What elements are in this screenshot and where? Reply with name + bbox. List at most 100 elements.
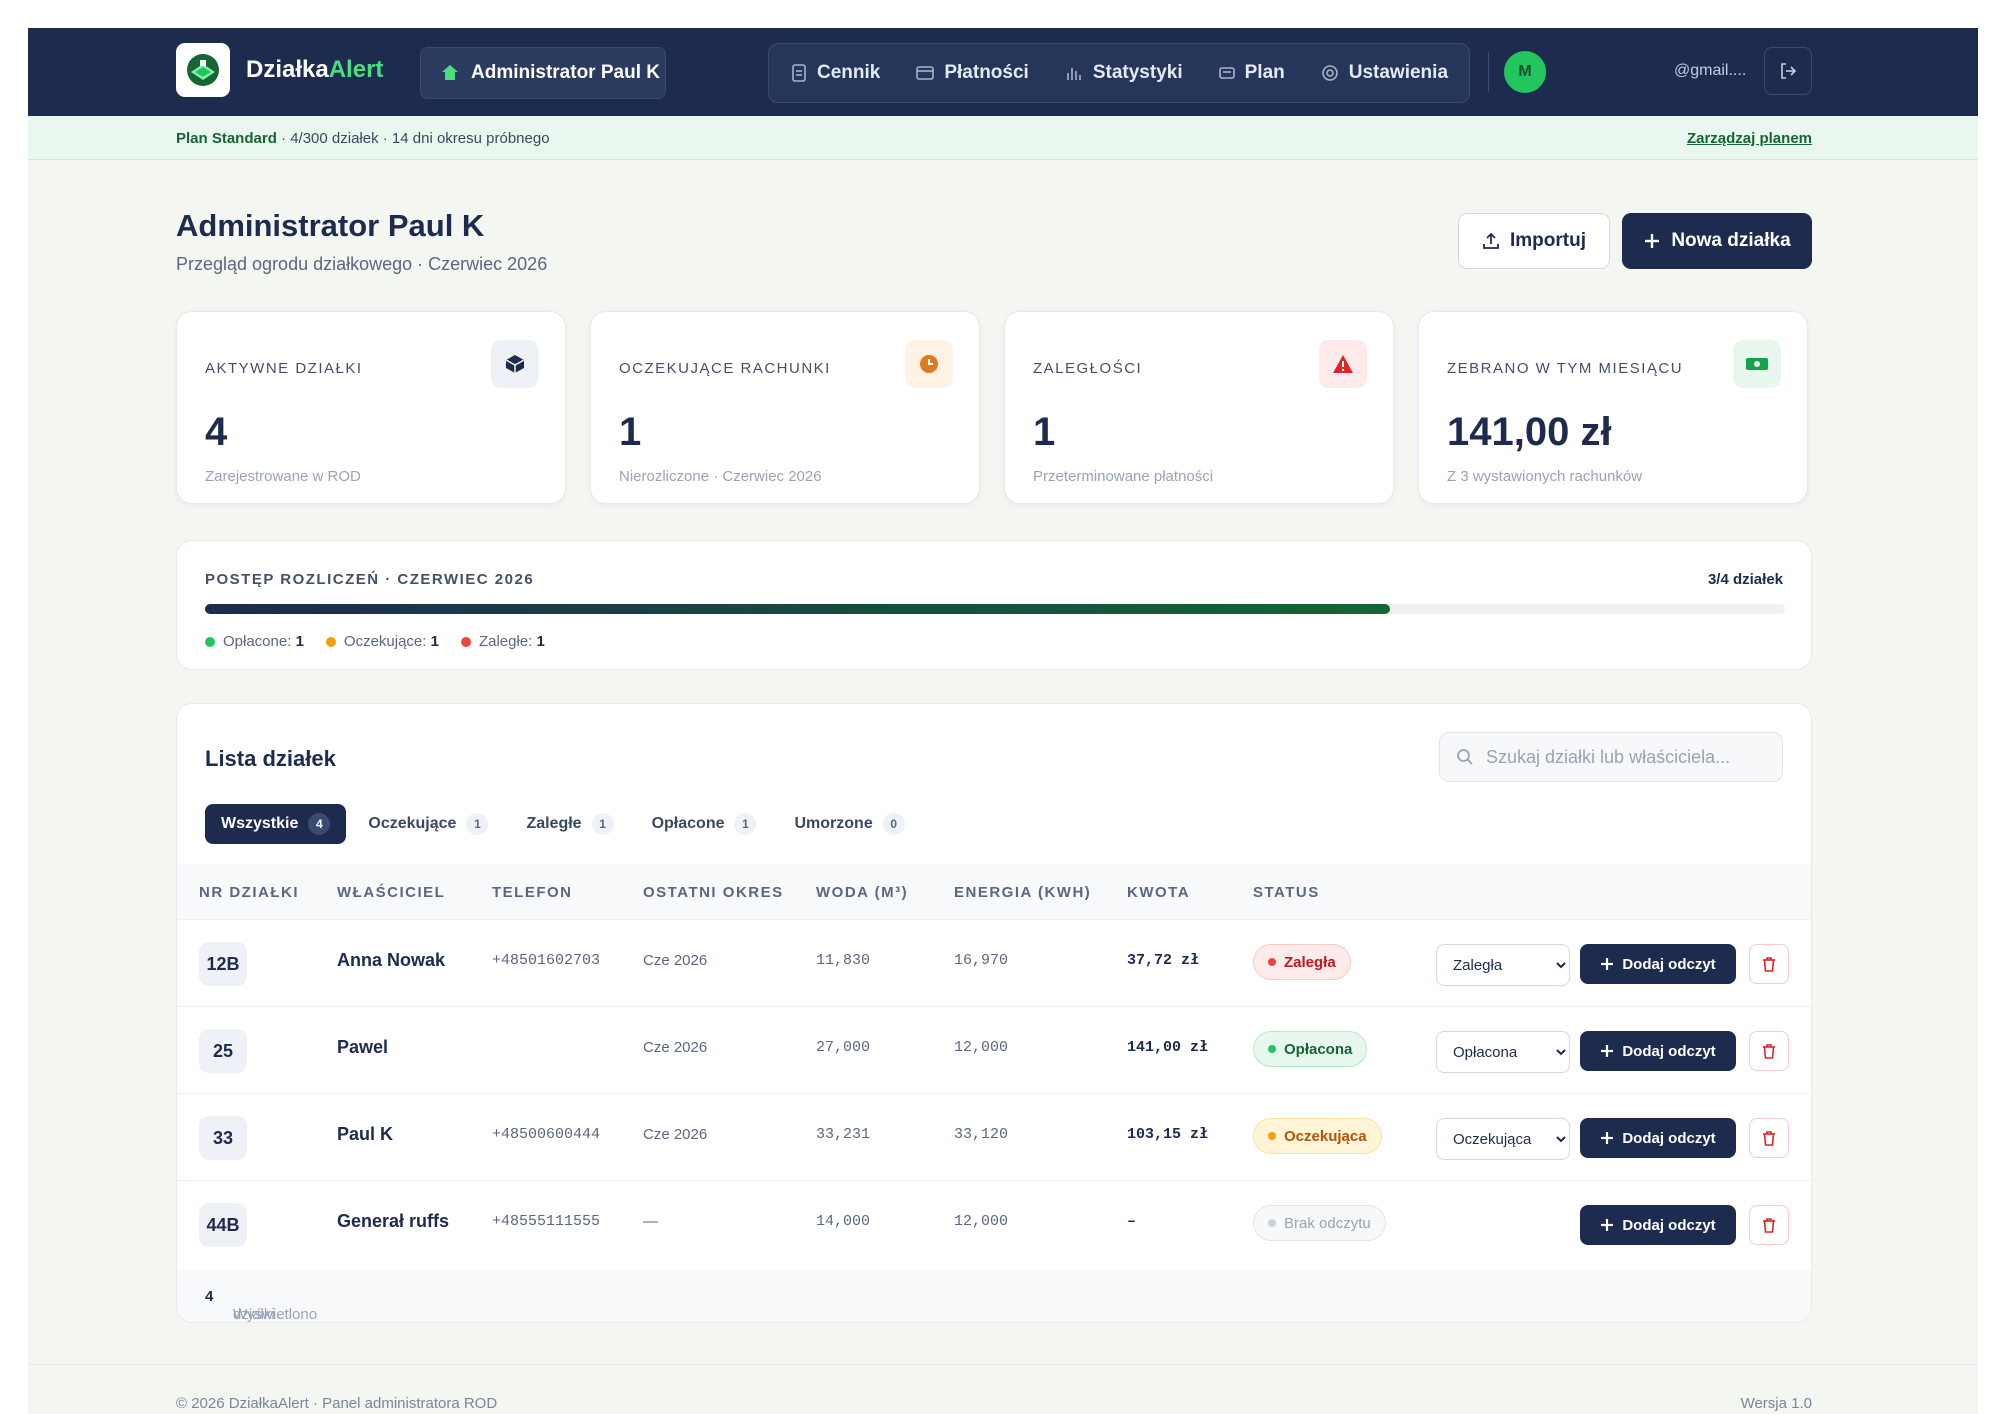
plan-card-icon xyxy=(1218,67,1235,79)
table-row[interactable]: 25 Pawel Cze 2026 27,000 12,000 141,00 z… xyxy=(177,1007,1811,1094)
status-badge: Opłacona xyxy=(1253,1031,1368,1067)
amount: 103,15 zł xyxy=(1127,1126,1209,1143)
phone: +48555111555 xyxy=(492,1213,601,1230)
delete-button[interactable] xyxy=(1749,1118,1789,1158)
logo-icon[interactable] xyxy=(176,43,230,97)
energy: 12,000 xyxy=(954,1213,1009,1230)
add-reading-button[interactable]: Dodaj odczyt xyxy=(1580,1031,1736,1071)
main-nav: Cennik Płatności Statystyki Plan Ustawie… xyxy=(768,43,1470,103)
tab-oczekujace[interactable]: Oczekujące 1 xyxy=(352,804,504,844)
delete-button[interactable] xyxy=(1749,944,1789,984)
col-plot-no[interactable]: NR DZIAŁKI xyxy=(199,884,299,901)
delete-button[interactable] xyxy=(1749,1205,1789,1245)
import-button[interactable]: Importuj xyxy=(1458,213,1610,269)
nav-ustawienia[interactable]: Ustawienia xyxy=(1321,62,1448,84)
add-reading-button[interactable]: Dodaj odczyt xyxy=(1580,1205,1736,1245)
search-icon xyxy=(1457,749,1473,765)
status-select[interactable]: Zaległa Opłacona Oczekująca xyxy=(1436,1118,1570,1160)
nav-plan[interactable]: Plan xyxy=(1218,62,1285,84)
amount: 37,72 zł xyxy=(1127,952,1200,969)
search-input[interactable] xyxy=(1486,746,1766,768)
nav-divider xyxy=(1488,52,1489,92)
period: Cze 2026 xyxy=(643,1039,708,1056)
logout-button[interactable] xyxy=(1764,47,1812,95)
admin-home-button[interactable]: Administrator Paul K xyxy=(420,47,666,99)
owner-name: Anna Nowak xyxy=(337,950,446,970)
plus-icon xyxy=(1601,1219,1614,1231)
plus-icon xyxy=(1645,234,1660,248)
col-period[interactable]: OSTATNI OKRES xyxy=(643,884,784,901)
gear-icon xyxy=(1321,65,1338,81)
warning-icon xyxy=(1319,340,1367,388)
stat-card-pending-bills: OCZEKUJĄCE RACHUNKI 1 Nierozliczone · Cz… xyxy=(590,311,980,504)
amount: – xyxy=(1127,1213,1137,1230)
status-badge: Zaległa xyxy=(1253,944,1351,980)
col-water[interactable]: WODA (M³) xyxy=(816,884,908,901)
plot-number: 25 xyxy=(199,1029,247,1073)
trash-icon xyxy=(1763,1044,1775,1059)
card-icon xyxy=(916,66,935,80)
tab-umorzone[interactable]: Umorzone 0 xyxy=(778,804,920,844)
col-amount[interactable]: KWOTA xyxy=(1127,884,1190,901)
trash-icon xyxy=(1763,1218,1775,1233)
nav-platnosci[interactable]: Płatności xyxy=(916,62,1029,84)
col-energy[interactable]: ENERGIA (KWH) xyxy=(954,884,1091,901)
page-footer: © 2026 DziałkaAlert · Panel administrato… xyxy=(28,1364,1978,1414)
water: 11,830 xyxy=(816,952,871,969)
progress-legend: Opłacone: 1 Oczekujące: 1 Zaległe: 1 xyxy=(205,633,545,650)
plan-info: Plan Standard · 4/300 działek · 14 dni o… xyxy=(176,130,550,147)
phone: +48501602703 xyxy=(492,952,601,969)
document-icon xyxy=(792,64,806,82)
table-row[interactable]: 12B Anna Nowak +48501602703 Cze 2026 11,… xyxy=(177,920,1811,1007)
legend-paid: Opłacone: 1 xyxy=(205,633,304,650)
col-status[interactable]: STATUS xyxy=(1253,884,1320,901)
list-title: Lista działek xyxy=(205,746,336,771)
new-plot-button[interactable]: Nowa działka xyxy=(1622,213,1812,269)
stat-card-active-plots: AKTYWNE DZIAŁKI 4 Zarejestrowane w ROD xyxy=(176,311,566,504)
stat-card-collected: ZEBRANO W TYM MIESIĄCU 141,00 zł Z 3 wys… xyxy=(1418,311,1808,504)
period: — xyxy=(643,1213,658,1230)
water: 33,231 xyxy=(816,1126,871,1143)
plan-banner: Plan Standard · 4/300 działek · 14 dni o… xyxy=(28,116,1978,160)
tab-zalegle[interactable]: Zaległe 1 xyxy=(510,804,629,844)
energy: 33,120 xyxy=(954,1126,1009,1143)
delete-button[interactable] xyxy=(1749,1031,1789,1071)
table-header: NR DZIAŁKI WŁAŚCICIEL TELEFON OSTATNI OK… xyxy=(177,864,1811,920)
table-row[interactable]: 44B Generał ruffs +48555111555 — 14,000 … xyxy=(177,1181,1811,1268)
owner-name: Paul K xyxy=(337,1124,394,1144)
legend-overdue: Zaległe: 1 xyxy=(460,633,545,650)
period: Cze 2026 xyxy=(643,952,708,969)
nav-cennik[interactable]: Cennik xyxy=(791,62,880,84)
owner-name: Generał ruffs xyxy=(337,1211,450,1231)
copyright: © 2026 DziałkaAlert · Panel administrato… xyxy=(176,1395,498,1412)
manage-plan-link[interactable]: Zarządzaj planem xyxy=(1687,130,1812,147)
col-owner[interactable]: WŁAŚCICIEL xyxy=(337,884,445,901)
nav-statystyki[interactable]: Statystyki xyxy=(1065,62,1183,84)
plus-icon xyxy=(1601,958,1614,970)
upload-icon xyxy=(1483,232,1499,249)
tab-wszystkie[interactable]: Wszystkie 4 xyxy=(205,804,347,844)
clock-icon xyxy=(905,340,953,388)
plot-number: 33 xyxy=(199,1116,247,1160)
phone: +48500600444 xyxy=(492,1126,601,1143)
list-footer: Wyświetlono 4 działki xyxy=(177,1270,1811,1322)
add-reading-button[interactable]: Dodaj odczyt xyxy=(1580,1118,1736,1158)
cash-icon xyxy=(1733,340,1781,388)
tab-oplacone[interactable]: Opłacone 1 xyxy=(636,804,773,844)
version: Wersja 1.0 xyxy=(1740,1395,1812,1412)
water: 27,000 xyxy=(816,1039,871,1056)
avatar[interactable]: M xyxy=(1504,51,1546,93)
trash-icon xyxy=(1763,957,1775,972)
energy: 12,000 xyxy=(954,1039,1009,1056)
energy: 16,970 xyxy=(954,952,1009,969)
table-row[interactable]: 33 Paul K +48500600444 Cze 2026 33,231 3… xyxy=(177,1094,1811,1181)
status-select[interactable]: Zaległa Opłacona Oczekująca xyxy=(1436,944,1570,986)
add-reading-button[interactable]: Dodaj odczyt xyxy=(1580,944,1736,984)
bar-chart-icon xyxy=(1067,68,1081,80)
billing-progress-card: POSTĘP ROZLICZEŃ · CZERWIEC 2026 3/4 dzi… xyxy=(176,540,1812,670)
water: 14,000 xyxy=(816,1213,871,1230)
status-select[interactable]: Zaległa Opłacona Oczekująca xyxy=(1436,1031,1570,1073)
top-navbar: DziałkaAlert Administrator Paul K Cennik… xyxy=(28,28,1978,116)
brand-name: DziałkaAlert xyxy=(246,56,384,83)
col-phone[interactable]: TELEFON xyxy=(492,884,573,901)
